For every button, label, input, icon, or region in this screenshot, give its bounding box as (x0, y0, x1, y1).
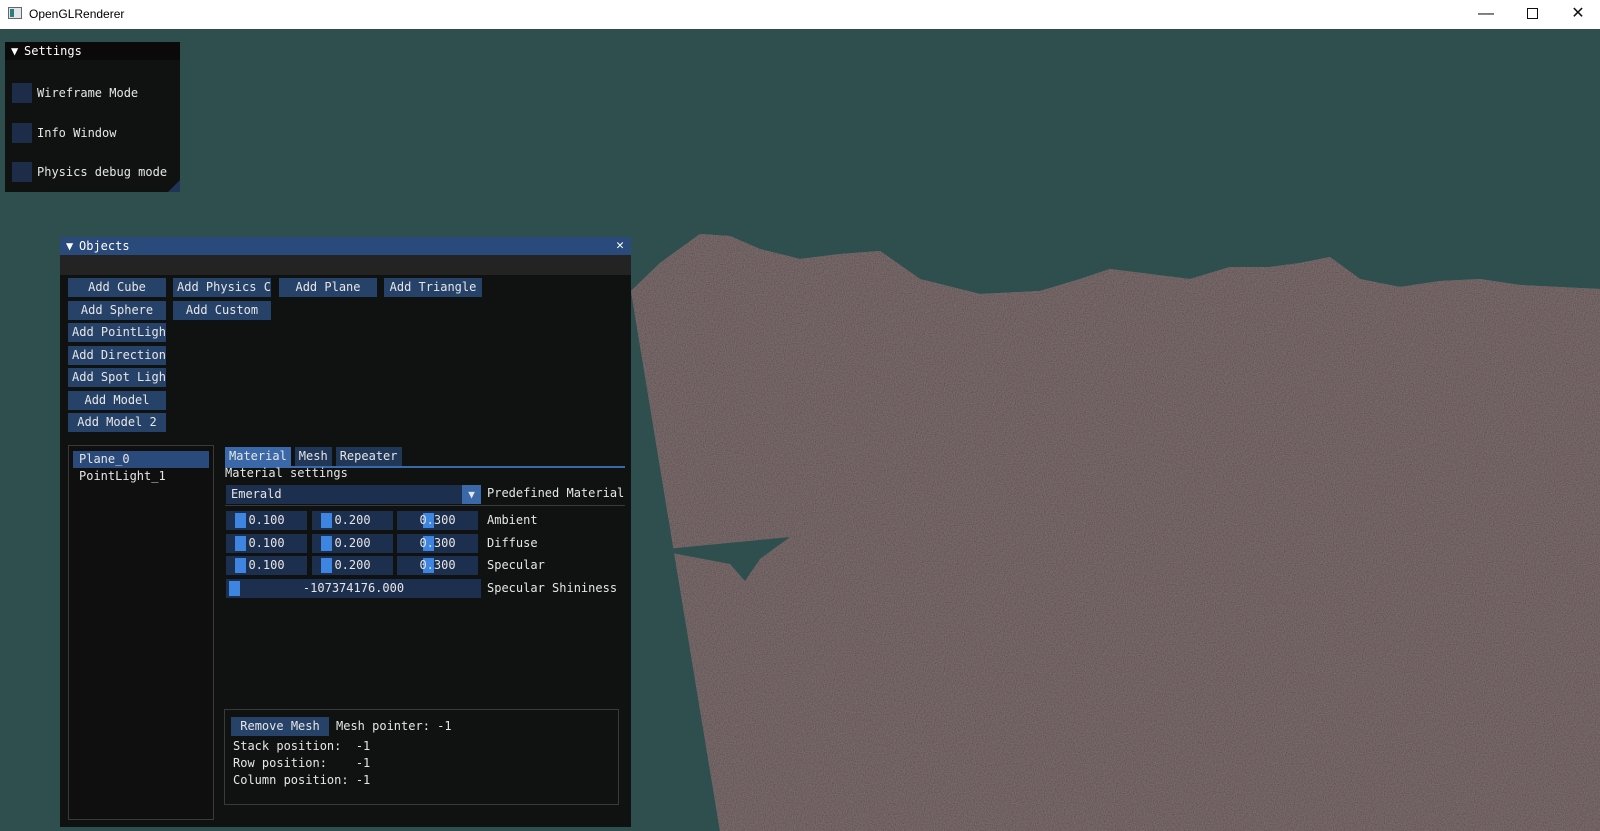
maximize-button[interactable] (1509, 0, 1555, 29)
specular-shininess-slider[interactable]: -107374176.000 (226, 579, 481, 598)
add-triangle-button[interactable]: Add Triangle (384, 278, 482, 297)
specular-r-slider[interactable]: 0.100 (226, 556, 307, 575)
diffuse-b-slider[interactable]: 0.300 (397, 534, 478, 553)
slider-value: 0.200 (334, 558, 371, 572)
ambient-b-slider[interactable]: 0.300 (397, 511, 478, 530)
objects-title: Objects (79, 239, 130, 253)
tab-repeater[interactable]: Repeater (335, 447, 402, 466)
settings-title: Settings (24, 44, 82, 58)
ambient-label: Ambient (487, 513, 538, 527)
info-window-label: Info Window (37, 126, 117, 140)
add-cube-button[interactable]: Add Cube (68, 278, 166, 297)
add-model-button[interactable]: Add Model (68, 391, 166, 410)
slider-value: 0.100 (248, 558, 285, 572)
slider-value: 0.100 (248, 536, 285, 550)
object-list[interactable]: Plane_0 PointLight_1 (68, 445, 214, 820)
tab-material[interactable]: Material (225, 447, 291, 466)
info-window-checkbox[interactable] (12, 123, 32, 143)
stack-position-text: Stack position: -1 (233, 739, 371, 753)
wireframe-mode-option[interactable]: Wireframe Mode (12, 83, 138, 103)
wireframe-mode-label: Wireframe Mode (37, 86, 139, 100)
separator (225, 505, 625, 506)
column-position-text: Column position: -1 (233, 773, 371, 787)
info-window-option[interactable]: Info Window (12, 123, 116, 143)
physics-debug-checkbox[interactable] (12, 162, 32, 182)
row-position-text: Row position: -1 (233, 756, 371, 770)
list-item-pointlight-1[interactable]: PointLight_1 (73, 468, 209, 485)
mesh-pointer-text: Mesh pointer: -1 (336, 719, 452, 733)
collapse-arrow-icon[interactable]: ▼ (66, 237, 76, 255)
specular-label: Specular (487, 558, 545, 572)
predefined-material-label: Predefined Material (487, 486, 625, 500)
slider-value: 0.200 (334, 536, 371, 550)
diffuse-r-slider[interactable]: 0.100 (226, 534, 307, 553)
ambient-r-slider[interactable]: 0.100 (226, 511, 307, 530)
add-sphere-button[interactable]: Add Sphere (68, 301, 166, 320)
close-window-button[interactable]: ✕ (1555, 0, 1600, 29)
list-item-plane-0[interactable]: Plane_0 (73, 451, 209, 468)
objects-window[interactable]: ▼ Objects ✕ Add Cube Add Physics Cu Add P… (60, 237, 631, 827)
tab-mesh[interactable]: Mesh (294, 447, 332, 466)
slider-value: 0.300 (419, 513, 456, 527)
specular-shininess-label: Specular Shininess (487, 581, 618, 595)
slider-value: 0.100 (248, 513, 285, 527)
wireframe-mode-checkbox[interactable] (12, 83, 32, 103)
remove-mesh-button[interactable]: Remove Mesh (231, 717, 329, 736)
diffuse-g-slider[interactable]: 0.200 (312, 534, 393, 553)
collapse-arrow-icon[interactable]: ▼ (11, 42, 21, 60)
predefined-material-combo[interactable]: Emerald ▼ (226, 485, 481, 504)
slider-value: 0.200 (334, 513, 371, 527)
settings-title-bar[interactable]: ▼ Settings (5, 42, 180, 60)
add-model-2-button[interactable]: Add Model 2 (68, 413, 166, 432)
add-physics-cube-button[interactable]: Add Physics Cu (173, 278, 271, 297)
maximize-icon (1526, 8, 1538, 20)
minimize-button[interactable]: — (1463, 0, 1509, 29)
object-tabs: Material Mesh Repeater (225, 447, 402, 466)
mesh-info-panel: Remove Mesh Mesh pointer: -1 Stack posit… (224, 709, 619, 805)
window-title: OpenGLRenderer (29, 7, 125, 21)
specular-b-slider[interactable]: 0.300 (397, 556, 478, 575)
add-directional-light-button[interactable]: Add Directiona (68, 346, 166, 365)
objects-header-strip (60, 255, 631, 275)
physics-debug-option[interactable]: Physics debug mode (12, 162, 167, 182)
diffuse-label: Diffuse (487, 536, 538, 550)
chevron-down-icon[interactable]: ▼ (462, 485, 481, 504)
specular-g-slider[interactable]: 0.200 (312, 556, 393, 575)
settings-window[interactable]: ▼ Settings Wireframe Mode Info Window Phy… (5, 42, 180, 192)
add-plane-button[interactable]: Add Plane (279, 278, 377, 297)
physics-debug-label: Physics debug mode (37, 165, 168, 179)
slider-value: 0.300 (419, 558, 456, 572)
add-pointlight-button[interactable]: Add PointLight (68, 323, 166, 342)
predefined-material-value: Emerald (231, 487, 282, 501)
add-custom-button[interactable]: Add Custom (173, 301, 271, 320)
slider-value: -107374176.000 (302, 581, 405, 595)
slider-value: 0.300 (419, 536, 456, 550)
window-title-bar: OpenGLRenderer — ✕ (0, 0, 1600, 29)
resize-grip[interactable] (168, 180, 180, 192)
close-icon[interactable]: ✕ (616, 237, 624, 255)
ambient-g-slider[interactable]: 0.200 (312, 511, 393, 530)
add-spotlight-button[interactable]: Add Spot Light (68, 368, 166, 387)
objects-title-bar[interactable]: ▼ Objects ✕ (60, 237, 631, 255)
app-icon (8, 7, 22, 19)
material-settings-heading: Material settings (225, 466, 348, 480)
